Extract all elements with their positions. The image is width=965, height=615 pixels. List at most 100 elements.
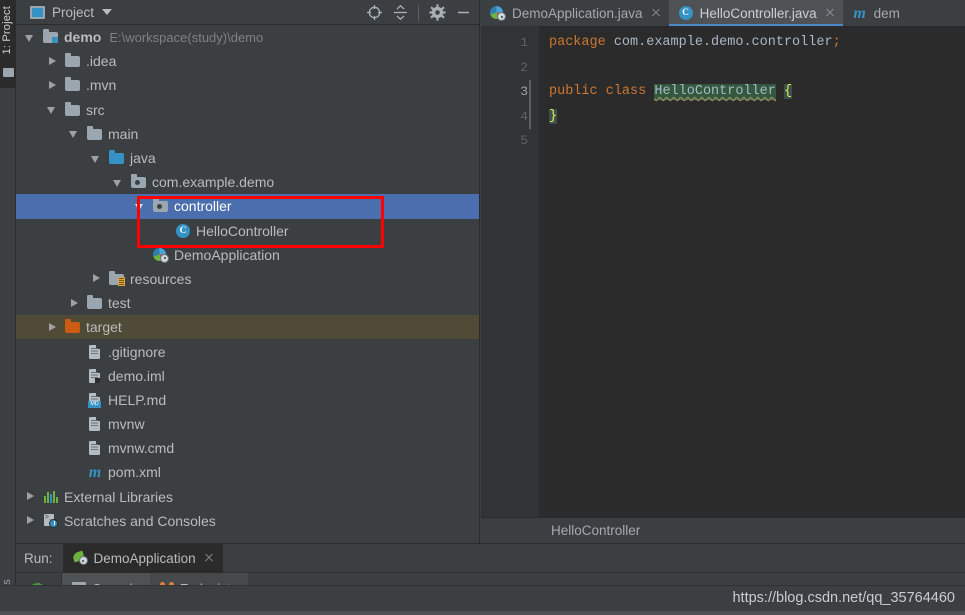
tree-row-pom-xml[interactable]: m pom.xml — [16, 460, 479, 484]
tree-row-label: controller — [174, 198, 232, 215]
code-token: { — [783, 84, 793, 99]
tree-row-label: pom.xml — [108, 464, 161, 481]
line-number: 5 — [520, 133, 528, 148]
tree-row-idea[interactable]: .idea — [16, 49, 479, 73]
tree-row-src[interactable]: src — [16, 98, 479, 122]
chevron-right-icon[interactable] — [90, 272, 103, 285]
chevron-down-icon[interactable] — [112, 176, 125, 189]
tree-row-label: target — [86, 319, 122, 336]
tree-row-target[interactable]: target — [16, 315, 479, 340]
code-block-marker — [529, 80, 531, 129]
run-label: Run: — [24, 550, 53, 566]
chevron-down-icon[interactable] — [68, 127, 81, 140]
chevron-right-icon[interactable] — [24, 490, 37, 503]
tree-row-main[interactable]: main — [16, 122, 479, 146]
chevron-down-icon[interactable] — [46, 103, 59, 116]
tree-row-mvn[interactable]: .mvn — [16, 73, 479, 97]
code-line[interactable] — [539, 129, 965, 154]
code-token: ; — [832, 35, 841, 50]
chevron-right-icon[interactable] — [46, 55, 59, 68]
tree-row-hellocontroller[interactable]: C HelloController — [16, 219, 479, 243]
chevron-down-icon[interactable] — [90, 152, 103, 165]
editor-tab-bar[interactable]: DemoApplication.java C HelloController.jav… — [481, 0, 965, 26]
tree-row-label: demo.iml — [108, 367, 165, 384]
gear-icon[interactable] — [425, 2, 449, 24]
status-bar: https://blog.csdn.net/qq_35764460 — [0, 585, 965, 615]
file-icon — [87, 344, 103, 360]
close-icon[interactable] — [650, 7, 662, 19]
tree-row-com-example-demo[interactable]: com.example.demo — [16, 170, 479, 194]
chevron-down-icon[interactable] — [24, 31, 37, 44]
resource-root-folder-icon — [109, 270, 125, 287]
code-token: } — [549, 108, 558, 124]
chevron-right-icon[interactable] — [68, 297, 81, 310]
code-editor[interactable]: 12345 package com.example.demo.controlle… — [481, 26, 965, 517]
editor-tab-label: HelloController.java — [699, 5, 817, 21]
project-panel-title: Project — [52, 4, 95, 20]
code-line[interactable] — [539, 56, 965, 81]
minimize-icon[interactable] — [451, 2, 475, 24]
package-folder-icon — [131, 174, 147, 190]
project-tool-window: Project demo E:\workspace(study)\demo .i… — [16, 0, 480, 543]
left-tool-strip: 1: Project vorites — [0, 0, 16, 615]
tree-row-help-md[interactable]: MD HELP.md — [16, 388, 479, 412]
watermark-url: https://blog.csdn.net/qq_35764460 — [732, 590, 955, 606]
line-number: 1 — [520, 35, 528, 50]
collapse-all-icon[interactable] — [388, 2, 412, 24]
locate-icon[interactable] — [362, 2, 386, 24]
tree-row-label: resources — [130, 270, 192, 287]
code-line[interactable]: } — [539, 105, 965, 130]
code-token: com.example.demo.controller — [605, 35, 833, 50]
editor-tab-demoapplication-java[interactable]: DemoApplication.java — [481, 0, 669, 26]
chevron-right-icon[interactable] — [24, 514, 37, 527]
tree-row-java[interactable]: java — [16, 146, 479, 170]
tree-row-scratches-and-consoles[interactable]: >_ Scratches and Consoles — [16, 509, 479, 533]
close-icon[interactable] — [203, 552, 215, 564]
tree-row-gitignore[interactable]: .gitignore — [16, 339, 479, 363]
editor-tab-label: DemoApplication.java — [512, 5, 643, 21]
code-line[interactable]: public class HelloController { — [539, 80, 965, 105]
tree-row-mvnw[interactable]: mvnw — [16, 412, 479, 436]
tree-row-controller[interactable]: controller — [16, 194, 479, 219]
tree-row-demo[interactable]: demo E:\workspace(study)\demo — [16, 25, 479, 49]
tree-row-label: .mvn — [86, 77, 117, 94]
code-token: package — [549, 35, 606, 50]
structure-icon[interactable] — [3, 68, 14, 77]
iml-file-icon — [87, 368, 103, 384]
chevron-down-icon[interactable] — [134, 200, 147, 213]
run-configuration-tab[interactable]: DemoApplication — [62, 543, 223, 573]
spring-boot-app-icon — [71, 550, 89, 566]
close-icon[interactable] — [824, 7, 836, 19]
editor-tab-hellocontroller-java[interactable]: C HelloController.java — [668, 0, 843, 26]
file-icon — [87, 416, 103, 432]
breadcrumb[interactable]: HelloController — [481, 517, 965, 543]
tree-row-external-libraries[interactable]: External Libraries — [16, 485, 479, 509]
code-content[interactable]: package com.example.demo.controller; pub… — [539, 26, 965, 517]
tree-row-resources[interactable]: resources — [16, 267, 479, 291]
tree-row-label: External Libraries — [64, 488, 173, 505]
folder-icon — [87, 125, 103, 142]
editor-tab-dem[interactable]: m dem — [843, 0, 907, 26]
chevron-right-icon[interactable] — [46, 79, 59, 92]
code-line[interactable]: package com.example.demo.controller; — [539, 31, 965, 56]
tree-row-test[interactable]: test — [16, 291, 479, 315]
chevron-down-icon[interactable] — [102, 9, 113, 15]
tree-row-demoapplication[interactable]: DemoApplication — [16, 243, 479, 267]
package-folder-icon — [153, 198, 169, 214]
spring-boot-app-icon — [153, 247, 169, 263]
chevron-right-icon[interactable] — [46, 321, 59, 334]
run-configuration-label: DemoApplication — [93, 550, 196, 566]
project-tree[interactable]: demo E:\workspace(study)\demo .idea .mvn src… — [16, 25, 479, 542]
tree-row-mvnw-cmd[interactable]: mvnw.cmd — [16, 436, 479, 460]
tree-row-demo-iml[interactable]: demo.iml — [16, 364, 479, 388]
